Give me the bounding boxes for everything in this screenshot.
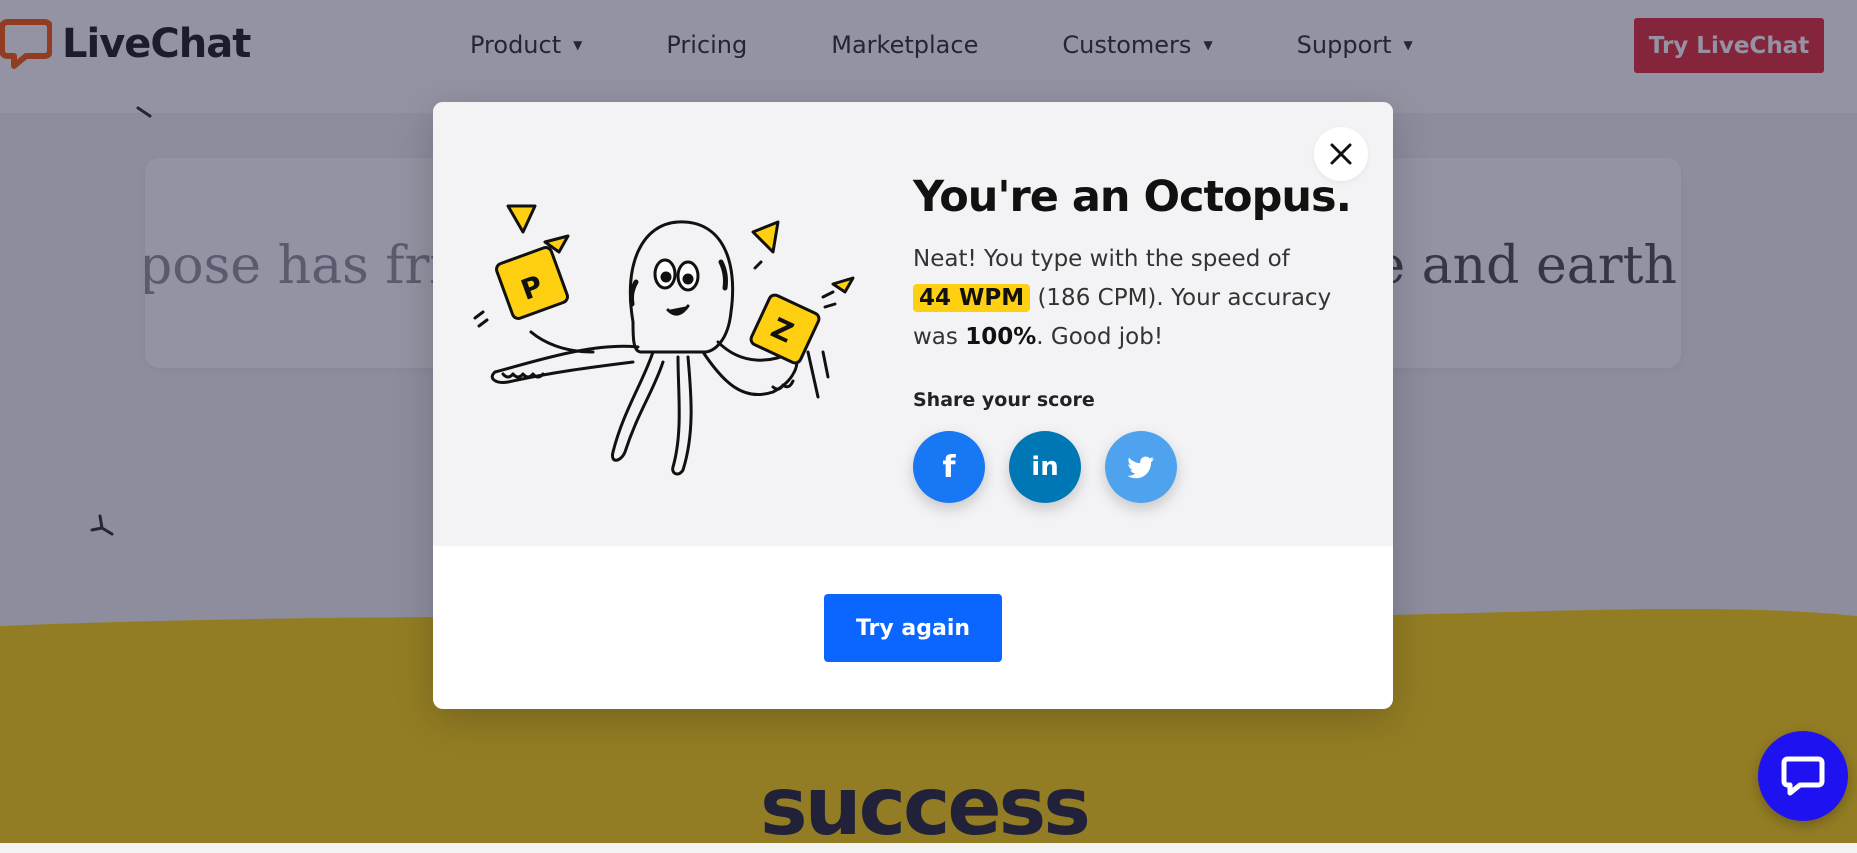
cpm-text: (186 CPM). Your accuracy <box>1037 285 1332 311</box>
octopus-illustration-icon: P Z <box>473 204 855 476</box>
share-score-label: Share your score <box>913 389 1095 411</box>
accuracy-suffix: . Good job! <box>1036 324 1164 350</box>
accuracy-value: 100% <box>965 324 1037 350</box>
chat-widget-button[interactable] <box>1758 731 1848 821</box>
result-summary: You're an Octopus. Neat! You type with t… <box>913 172 1353 503</box>
share-linkedin-button[interactable]: in <box>1009 431 1081 503</box>
try-again-button[interactable]: Try again <box>824 594 1002 662</box>
close-icon <box>1330 143 1352 165</box>
result-intro-text: Neat! You type with the speed of <box>913 246 1290 272</box>
share-twitter-button[interactable] <box>1105 431 1177 503</box>
facebook-icon: f <box>942 449 956 485</box>
accuracy-prefix: was <box>913 324 958 350</box>
share-facebook-button[interactable]: f <box>913 431 985 503</box>
result-title: You're an Octopus. <box>913 172 1352 222</box>
wpm-score-badge: 44 WPM <box>913 284 1031 312</box>
twitter-icon <box>1127 456 1154 479</box>
chat-bubble-icon <box>1781 756 1825 796</box>
linkedin-icon: in <box>1031 452 1059 482</box>
result-modal: P Z You're an Octopus. Neat! You type wi… <box>433 102 1393 709</box>
result-description: Neat! You type with the speed of 44 WPM … <box>913 240 1353 357</box>
share-buttons: f in <box>913 431 1353 503</box>
